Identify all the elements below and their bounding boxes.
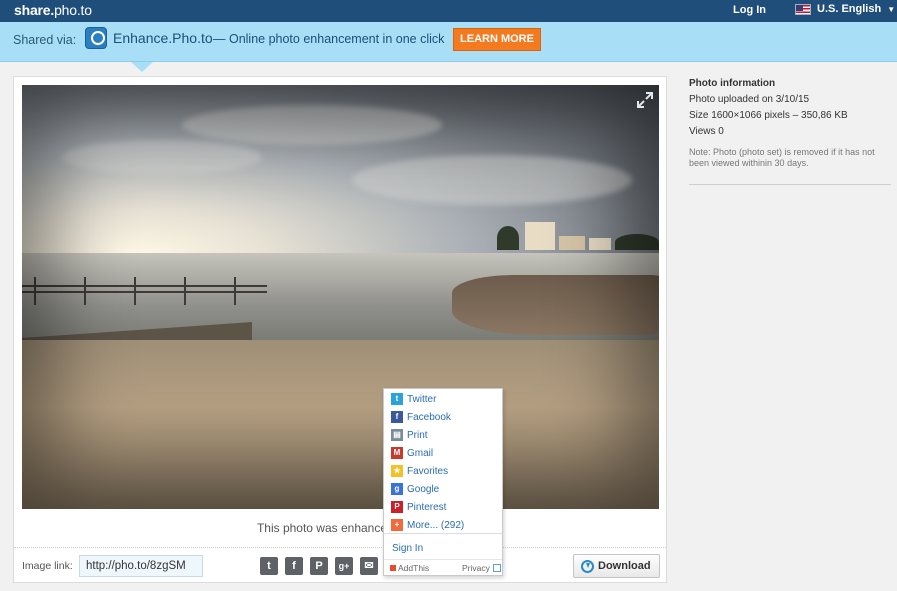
share-item-label: Print [407, 429, 428, 441]
gmail-icon: M [391, 447, 403, 459]
share-buttons: t f P g+ ✉ [260, 557, 378, 575]
removal-note: Note: Photo (photo set) is removed if it… [689, 147, 875, 168]
shared-via-label: Shared via: [13, 33, 77, 47]
menu-divider [384, 559, 502, 560]
image-link-field[interactable] [79, 555, 203, 577]
photo-cloud [352, 155, 632, 205]
sidebar-divider [689, 184, 891, 185]
shared-photo[interactable] [22, 85, 659, 509]
photo-info-title: Photo information [689, 78, 776, 89]
addthis-label: AddThis [398, 563, 430, 573]
sign-in-link[interactable]: Sign In [392, 543, 423, 554]
photo-cloud [182, 105, 442, 145]
addthis-logo-icon [390, 565, 396, 571]
photo-cloud [62, 140, 262, 175]
learn-more-button[interactable]: LEARN MORE [453, 28, 541, 51]
adchoices-icon [492, 564, 501, 572]
share-item-gmail[interactable]: M Gmail [391, 446, 433, 460]
star-icon: ★ [391, 465, 403, 477]
share-item-label: Gmail [407, 447, 434, 459]
share-item-more[interactable]: + More... (292) [391, 518, 464, 532]
share-item-label: Pinterest [407, 501, 447, 513]
download-button[interactable]: Download [573, 554, 660, 578]
share-item-print[interactable]: ▤ Print [391, 428, 428, 442]
language-label: U.S. English [817, 3, 882, 15]
upload-date: Photo uploaded on 3/10/15 [689, 94, 810, 105]
share-item-facebook[interactable]: f Facebook [391, 410, 451, 424]
twitter-icon[interactable]: t [260, 557, 278, 575]
share-item-label: Twitter [407, 393, 437, 405]
promo-banner: Shared via: Enhance.Pho.to — Online phot… [0, 22, 897, 62]
divider [14, 547, 666, 548]
photo-card: This photo was enhanced at En Image link… [13, 76, 667, 583]
google-icon: g [391, 483, 403, 495]
privacy-label: Privacy [462, 563, 490, 573]
photo-pier [22, 277, 267, 305]
share-item-label: Facebook [407, 411, 451, 423]
plus-icon: + [391, 519, 403, 531]
banner-pointer [131, 62, 153, 72]
menu-divider [384, 533, 502, 534]
photo-buildings [497, 220, 659, 250]
share-item-pinterest[interactable]: P Pinterest [391, 500, 446, 514]
login-link[interactable]: Log In [733, 4, 766, 16]
app-name[interactable]: Enhance.Pho.to [113, 30, 213, 46]
image-link-label: Image link: [22, 560, 73, 572]
addthis-link[interactable]: AddThis [390, 563, 429, 573]
share-dropdown-menu: t Twitter f Facebook ▤ Print M Gmail ★ F… [383, 388, 503, 576]
share-item-label: More... (292) [407, 519, 465, 531]
site-logo[interactable]: share.pho.to [14, 2, 92, 18]
view-count: Views 0 [689, 126, 724, 137]
download-icon [581, 559, 594, 573]
print-icon: ▤ [391, 429, 403, 441]
share-item-google[interactable]: g Google [391, 482, 439, 496]
share-item-label: Favorites [407, 465, 449, 477]
app-description: — Online photo enhancement in one click [213, 32, 445, 46]
enhance-app-icon[interactable] [85, 27, 107, 49]
download-label: Download [598, 560, 651, 572]
share-item-twitter[interactable]: t Twitter [391, 392, 436, 406]
privacy-link[interactable]: Privacy [462, 563, 501, 573]
photo-caption: This photo was enhanced at En [14, 521, 668, 535]
photo-rocks [452, 275, 659, 335]
email-icon[interactable]: ✉ [360, 557, 378, 575]
share-item-label: Google [407, 483, 440, 495]
photo-sand [22, 340, 659, 509]
pinterest-icon[interactable]: P [310, 557, 328, 575]
pinterest-icon: P [391, 501, 403, 513]
photo-size: Size 1600×1066 pixels – 350,86 KB [689, 110, 848, 121]
facebook-icon[interactable]: f [285, 557, 303, 575]
google-plus-icon[interactable]: g+ [335, 557, 353, 575]
language-selector[interactable]: U.S. English ▼ [795, 3, 895, 15]
us-flag-icon [795, 3, 811, 15]
twitter-icon: t [391, 393, 403, 405]
top-bar: share.pho.to Log In U.S. English ▼ [0, 0, 897, 22]
expand-icon[interactable] [636, 91, 654, 109]
caret-down-icon: ▼ [887, 4, 896, 14]
share-item-favorites[interactable]: ★ Favorites [391, 464, 448, 478]
facebook-icon: f [391, 411, 403, 423]
